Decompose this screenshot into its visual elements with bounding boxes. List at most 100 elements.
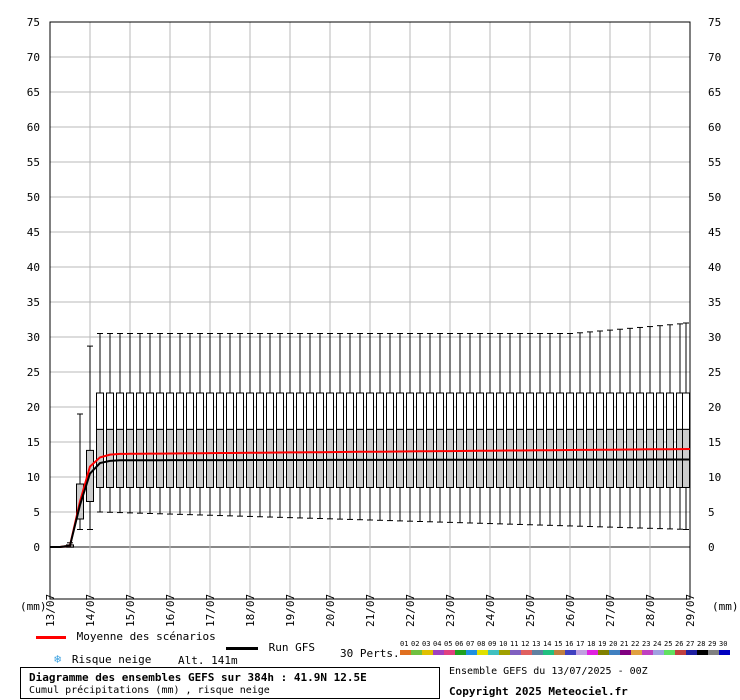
box-upper-decile: [556, 392, 564, 430]
pert-color-swatch: [477, 650, 488, 655]
y-tick-label-left: 60: [27, 121, 40, 134]
pert-color-swatch: [543, 650, 554, 655]
copyright: Copyright 2025 Meteociel.fr: [449, 685, 628, 698]
box-iqr: [536, 428, 544, 488]
title-box: Diagramme des ensembles GEFS sur 384h : …: [20, 667, 440, 699]
pert-number: 13: [532, 640, 541, 648]
y-tick-label-left: 65: [27, 86, 40, 99]
gefs-precipitation-chart: 0 05 510 1015 1520 2025 2530 3035 3540 4045 4550 50…: [20, 16, 739, 627]
box-upper-decile: [166, 392, 174, 430]
box-iqr: [156, 428, 164, 488]
box-upper-decile: [506, 392, 514, 430]
box-iqr: [576, 428, 584, 488]
box-upper-decile: [586, 392, 594, 430]
pert-number: 03: [422, 640, 431, 648]
box-upper-decile: [286, 392, 294, 430]
y-tick-label-right: 15: [708, 436, 721, 449]
pert-number: 12: [521, 640, 530, 648]
box-upper-decile: [176, 392, 184, 430]
box-upper-decile: [236, 392, 244, 430]
box-upper-decile: [476, 392, 484, 430]
y-tick-label-right: 5: [708, 506, 715, 519]
pert-number: 27: [686, 640, 695, 648]
altitude-label: Alt. 141m: [178, 654, 238, 667]
pert-number: 22: [631, 640, 640, 648]
box-upper-decile: [346, 392, 354, 430]
y-tick-label-left: 0: [33, 541, 40, 554]
box-iqr: [296, 428, 304, 488]
box-upper-decile: [306, 392, 314, 430]
box-iqr: [682, 428, 690, 488]
run-line-swatch: [226, 646, 258, 650]
pert-number: 08: [477, 640, 486, 648]
y-tick-label-left: 30: [27, 331, 40, 344]
box-iqr: [286, 428, 294, 488]
y-tick-label-right: 20: [708, 401, 721, 414]
box-upper-decile: [316, 392, 324, 430]
box-upper-decile: [466, 392, 474, 430]
y-tick-label-right: 75: [708, 16, 721, 29]
box-iqr: [176, 428, 184, 488]
box-iqr: [616, 428, 624, 488]
box-iqr: [626, 428, 634, 488]
ensemble-info: Ensemble GEFS du 13/07/2025 - 00Z: [449, 666, 648, 677]
box-upper-decile: [226, 392, 234, 430]
box-iqr: [506, 428, 514, 488]
box-iqr: [436, 428, 444, 488]
box-upper-decile: [326, 392, 334, 430]
perts-label: 30 Perts.: [340, 647, 400, 660]
box-upper-decile: [486, 392, 494, 430]
box-iqr: [566, 428, 574, 488]
box-upper-decile: [126, 392, 134, 430]
pert-color-swatch: [576, 650, 587, 655]
y-unit-right: (mm): [712, 600, 739, 613]
box-upper-decile: [256, 392, 264, 430]
box-iqr: [526, 428, 534, 488]
pert-color-swatch: [653, 650, 664, 655]
pert-color-swatch: [708, 650, 719, 655]
box-iqr: [276, 428, 284, 488]
pert-color-swatch: [510, 650, 521, 655]
pert-number: 11: [510, 640, 519, 648]
pert-number: 15: [554, 640, 563, 648]
box-upper-decile: [606, 392, 614, 430]
pert-number: 04: [433, 640, 442, 648]
mean-line-swatch: [36, 635, 66, 639]
y-tick-label-left: 75: [27, 16, 40, 29]
box-upper-decile: [266, 392, 274, 430]
box-iqr: [356, 428, 364, 488]
box-upper-decile: [116, 392, 124, 430]
box-iqr: [646, 428, 654, 488]
box-iqr: [636, 428, 644, 488]
box-iqr: [516, 428, 524, 488]
legend-mean: Moyenne des scénarios: [36, 630, 216, 643]
box-iqr: [136, 428, 144, 488]
box-iqr: [226, 428, 234, 488]
box-upper-decile: [496, 392, 504, 430]
pert-color-swatch: [400, 650, 411, 655]
box-upper-decile: [456, 392, 464, 430]
box-upper-decile: [146, 392, 154, 430]
box-iqr: [546, 428, 554, 488]
y-tick-label-left: 55: [27, 156, 40, 169]
pert-number: 02: [411, 640, 420, 648]
box-upper-decile: [96, 392, 104, 430]
pert-color-swatch: [609, 650, 620, 655]
pert-color-swatch: [565, 650, 576, 655]
box-upper-decile: [376, 392, 384, 430]
box-upper-decile: [156, 392, 164, 430]
pert-color-swatch: [532, 650, 543, 655]
box-upper-decile: [196, 392, 204, 430]
box-iqr: [346, 428, 354, 488]
y-tick-label-left: 45: [27, 226, 40, 239]
y-tick-label-left: 70: [27, 51, 40, 64]
box-upper-decile: [636, 392, 644, 430]
box-upper-decile: [526, 392, 534, 430]
box-iqr: [456, 428, 464, 488]
pert-number: 18: [587, 640, 596, 648]
y-tick-label-right: 70: [708, 51, 721, 64]
box-iqr: [556, 428, 564, 488]
pert-number: 21: [620, 640, 629, 648]
y-tick-label-left: 15: [27, 436, 40, 449]
box-upper-decile: [546, 392, 554, 430]
